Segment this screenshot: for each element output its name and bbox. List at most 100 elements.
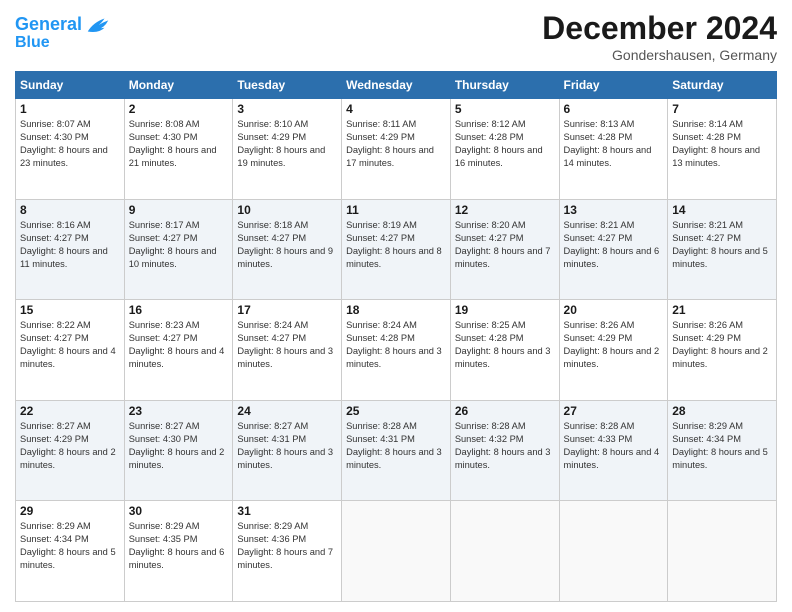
calendar-cell: 11Sunrise: 8:19 AMSunset: 4:27 PMDayligh… [342,199,451,300]
day-number: 14 [672,203,772,217]
day-info: Sunrise: 8:29 AMSunset: 4:35 PMDaylight:… [129,520,229,572]
calendar-cell: 13 Sunrise: 8:21 AMSunset: 4:27 PMDayligh… [559,199,668,300]
location: Gondershausen, Germany [542,47,777,63]
day-info: Sunrise: 8:10 AMSunset: 4:29 PMDaylight:… [237,118,337,170]
calendar-cell [559,501,668,602]
day-number: 27 [564,404,664,418]
page: General Blue December 2024 Gondershausen… [0,0,792,612]
calendar-cell: 22 Sunrise: 8:27 AMSunset: 4:29 PMDayligh… [16,400,125,501]
calendar-cell: 12 Sunrise: 8:20 AMSunset: 4:27 PMDayligh… [450,199,559,300]
calendar-cell: 25 Sunrise: 8:28 AMSunset: 4:31 PMDayligh… [342,400,451,501]
day-number: 9 [129,203,229,217]
day-info: Sunrise: 8:07 AMSunset: 4:30 PMDaylight:… [20,118,120,170]
calendar-cell: 14 Sunrise: 8:21 AMSunset: 4:27 PMDayligh… [668,199,777,300]
day-info: Sunrise: 8:16 AMSunset: 4:27 PMDaylight:… [20,219,120,271]
day-number: 15 [20,303,120,317]
day-info: Sunrise: 8:14 AMSunset: 4:28 PMDaylight:… [672,118,772,170]
day-number: 19 [455,303,555,317]
calendar-cell: 31Sunrise: 8:29 AMSunset: 4:36 PMDayligh… [233,501,342,602]
header: General Blue December 2024 Gondershausen… [15,10,777,63]
calendar-cell: 23Sunrise: 8:27 AMSunset: 4:30 PMDayligh… [124,400,233,501]
day-number: 11 [346,203,446,217]
day-info: Sunrise: 8:08 AMSunset: 4:30 PMDaylight:… [129,118,229,170]
day-info: Sunrise: 8:20 AMSunset: 4:27 PMDaylight:… [455,219,555,271]
calendar-cell: 15 Sunrise: 8:22 AMSunset: 4:27 PMDayligh… [16,300,125,401]
calendar-body: 1 Sunrise: 8:07 AMSunset: 4:30 PMDaylight… [16,99,777,602]
calendar-table: Sunday Monday Tuesday Wednesday Thursday… [15,71,777,602]
day-number: 31 [237,504,337,518]
day-number: 17 [237,303,337,317]
day-number: 2 [129,102,229,116]
day-number: 28 [672,404,772,418]
col-monday: Monday [124,72,233,99]
day-number: 4 [346,102,446,116]
day-number: 12 [455,203,555,217]
logo: General Blue [15,14,112,52]
day-info: Sunrise: 8:25 AMSunset: 4:28 PMDaylight:… [455,319,555,371]
col-tuesday: Tuesday [233,72,342,99]
day-number: 23 [129,404,229,418]
day-number: 6 [564,102,664,116]
calendar-cell: 8 Sunrise: 8:16 AMSunset: 4:27 PMDaylight… [16,199,125,300]
day-info: Sunrise: 8:29 AMSunset: 4:34 PMDaylight:… [20,520,120,572]
day-info: Sunrise: 8:28 AMSunset: 4:32 PMDaylight:… [455,420,555,472]
calendar-cell: 7 Sunrise: 8:14 AMSunset: 4:28 PMDaylight… [668,99,777,200]
month-title: December 2024 [542,10,777,47]
day-info: Sunrise: 8:24 AMSunset: 4:28 PMDaylight:… [346,319,446,371]
day-info: Sunrise: 8:11 AMSunset: 4:29 PMDaylight:… [346,118,446,170]
day-number: 5 [455,102,555,116]
day-number: 18 [346,303,446,317]
day-info: Sunrise: 8:24 AMSunset: 4:27 PMDaylight:… [237,319,337,371]
calendar-cell: 1 Sunrise: 8:07 AMSunset: 4:30 PMDaylight… [16,99,125,200]
col-sunday: Sunday [16,72,125,99]
day-info: Sunrise: 8:29 AMSunset: 4:34 PMDaylight:… [672,420,772,472]
calendar-cell [342,501,451,602]
day-number: 24 [237,404,337,418]
calendar-row: 15 Sunrise: 8:22 AMSunset: 4:27 PMDayligh… [16,300,777,401]
day-info: Sunrise: 8:27 AMSunset: 4:31 PMDaylight:… [237,420,337,472]
day-number: 30 [129,504,229,518]
day-info: Sunrise: 8:26 AMSunset: 4:29 PMDaylight:… [672,319,772,371]
day-number: 3 [237,102,337,116]
day-info: Sunrise: 8:28 AMSunset: 4:31 PMDaylight:… [346,420,446,472]
day-number: 8 [20,203,120,217]
calendar-cell: 3 Sunrise: 8:10 AMSunset: 4:29 PMDaylight… [233,99,342,200]
day-info: Sunrise: 8:13 AMSunset: 4:28 PMDaylight:… [564,118,664,170]
calendar-row: 29 Sunrise: 8:29 AMSunset: 4:34 PMDayligh… [16,501,777,602]
calendar-cell: 27 Sunrise: 8:28 AMSunset: 4:33 PMDayligh… [559,400,668,501]
day-number: 20 [564,303,664,317]
calendar-cell: 21Sunrise: 8:26 AMSunset: 4:29 PMDayligh… [668,300,777,401]
col-saturday: Saturday [668,72,777,99]
title-block: December 2024 Gondershausen, Germany [542,10,777,63]
calendar-row: 22 Sunrise: 8:27 AMSunset: 4:29 PMDayligh… [16,400,777,501]
day-info: Sunrise: 8:28 AMSunset: 4:33 PMDaylight:… [564,420,664,472]
day-info: Sunrise: 8:12 AMSunset: 4:28 PMDaylight:… [455,118,555,170]
day-number: 22 [20,404,120,418]
day-info: Sunrise: 8:27 AMSunset: 4:29 PMDaylight:… [20,420,120,472]
logo-blue: Blue [15,34,112,52]
calendar-cell: 4 Sunrise: 8:11 AMSunset: 4:29 PMDaylight… [342,99,451,200]
day-info: Sunrise: 8:23 AMSunset: 4:27 PMDaylight:… [129,319,229,371]
calendar-cell: 18 Sunrise: 8:24 AMSunset: 4:28 PMDayligh… [342,300,451,401]
day-info: Sunrise: 8:26 AMSunset: 4:29 PMDaylight:… [564,319,664,371]
calendar-cell: 20 Sunrise: 8:26 AMSunset: 4:29 PMDayligh… [559,300,668,401]
calendar-cell: 30 Sunrise: 8:29 AMSunset: 4:35 PMDayligh… [124,501,233,602]
day-number: 13 [564,203,664,217]
calendar-row: 8 Sunrise: 8:16 AMSunset: 4:27 PMDaylight… [16,199,777,300]
col-thursday: Thursday [450,72,559,99]
day-info: Sunrise: 8:21 AMSunset: 4:27 PMDaylight:… [672,219,772,271]
calendar-cell: 5 Sunrise: 8:12 AMSunset: 4:28 PMDaylight… [450,99,559,200]
calendar-header: Sunday Monday Tuesday Wednesday Thursday… [16,72,777,99]
calendar-cell: 2 Sunrise: 8:08 AMSunset: 4:30 PMDaylight… [124,99,233,200]
day-info: Sunrise: 8:21 AMSunset: 4:27 PMDaylight:… [564,219,664,271]
day-number: 1 [20,102,120,116]
day-number: 10 [237,203,337,217]
day-info: Sunrise: 8:22 AMSunset: 4:27 PMDaylight:… [20,319,120,371]
day-number: 16 [129,303,229,317]
day-number: 29 [20,504,120,518]
calendar-cell: 6 Sunrise: 8:13 AMSunset: 4:28 PMDaylight… [559,99,668,200]
calendar-cell: 9Sunrise: 8:17 AMSunset: 4:27 PMDaylight… [124,199,233,300]
day-number: 7 [672,102,772,116]
header-row: Sunday Monday Tuesday Wednesday Thursday… [16,72,777,99]
day-number: 25 [346,404,446,418]
